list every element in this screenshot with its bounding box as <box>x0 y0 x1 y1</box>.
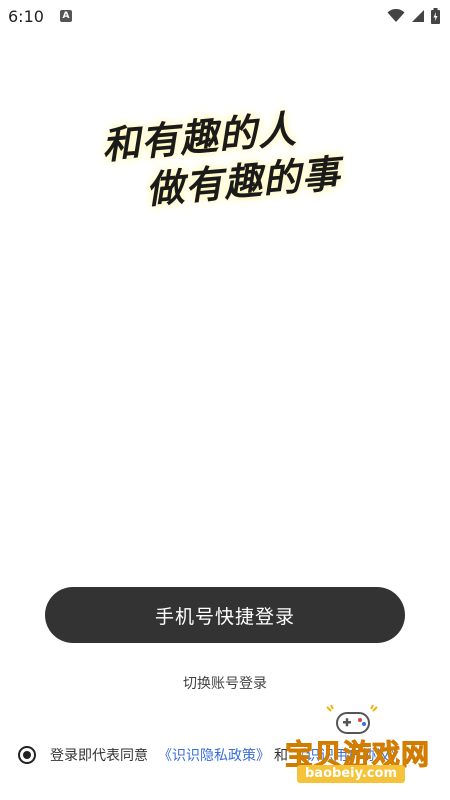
agree-radio[interactable] <box>18 746 36 764</box>
agreement-prefix: 登录即代表同意 <box>50 748 148 764</box>
status-icons <box>387 8 440 24</box>
wifi-icon <box>387 9 405 22</box>
watermark: 宝贝游戏网 baobeiy.com <box>284 705 435 790</box>
radio-checked-dot <box>23 751 31 759</box>
switch-account-login-link[interactable]: 切换账号登录 <box>0 673 450 693</box>
signal-icon <box>412 10 424 22</box>
privacy-policy-link[interactable]: 《识识隐私政策》 <box>158 745 270 765</box>
login-screen: 6:10 A 和有趣的人 做有趣的事 手机号快捷登录 切换账号登录 登录即代表同… <box>0 0 450 800</box>
status-time: 6:10 <box>8 6 44 26</box>
slogan: 和有趣的人 做有趣的事 <box>100 99 367 217</box>
phone-quick-login-button[interactable]: 手机号快捷登录 <box>45 587 405 643</box>
app-notification-icon: A <box>59 10 72 22</box>
battery-icon <box>431 8 440 24</box>
watermark-domain: baobeiy.com <box>297 765 405 783</box>
status-bar: 6:10 A <box>0 0 450 32</box>
